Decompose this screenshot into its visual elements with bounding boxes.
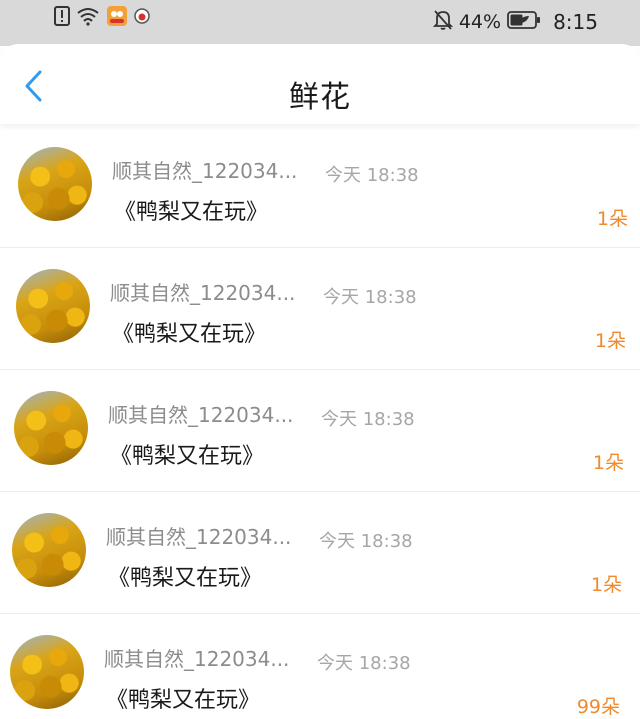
post-title[interactable]: 《鸭梨又在玩》 — [110, 438, 264, 470]
list-item[interactable]: 顺其自然_122034... 今天 18:38 《鸭梨又在玩》 1朵 — [0, 492, 640, 614]
timestamp: 今天 18:38 — [323, 287, 417, 308]
list-item[interactable]: 顺其自然_122034... 今天 18:38 《鸭梨又在玩》 1朵 — [0, 248, 640, 370]
avatar[interactable] — [16, 269, 90, 343]
flower-count: 1朵 — [596, 208, 628, 230]
battery-percent: 44% — [458, 11, 502, 33]
avatar[interactable] — [18, 147, 92, 221]
list-item[interactable]: 顺其自然_122034... 今天 18:38 《鸭梨又在玩》 1朵 — [0, 370, 640, 492]
flower-record-list: 顺其自然_122034... 今天 18:38 《鸭梨又在玩》 1朵 顺其自然_… — [0, 126, 640, 719]
mute-bell-icon — [432, 9, 454, 36]
flower-count: 99朵 — [576, 696, 620, 718]
post-title[interactable]: 《鸭梨又在玩》 — [112, 316, 266, 348]
status-right-icons: 44% 8:15 — [432, 8, 598, 36]
post-title[interactable]: 《鸭梨又在玩》 — [114, 194, 268, 226]
flower-count: 1朵 — [594, 330, 626, 352]
header: 鲜花 — [0, 44, 640, 124]
wifi-icon — [76, 6, 100, 30]
avatar[interactable] — [10, 635, 84, 709]
battery-icon — [507, 10, 541, 35]
status-time: 8:15 — [553, 10, 598, 34]
avatar[interactable] — [14, 391, 88, 465]
timestamp: 今天 18:38 — [317, 653, 411, 674]
flower-count: 1朵 — [590, 574, 622, 596]
timestamp: 今天 18:38 — [321, 409, 415, 430]
post-title[interactable]: 《鸭梨又在玩》 — [106, 682, 260, 714]
status-bar: 44% 8:15 — [0, 0, 640, 46]
sender-name[interactable]: 顺其自然_122034... — [108, 399, 293, 428]
timestamp: 今天 18:38 — [319, 531, 413, 552]
app-notification-icon — [106, 5, 128, 31]
app-notification-icon — [134, 8, 150, 28]
list-item[interactable]: 顺其自然_122034... 今天 18:38 《鸭梨又在玩》 99朵 — [0, 614, 640, 719]
flowers-screen: 44% 8:15 鲜花 顺其自然_122034... 今天 18:38 《鸭梨又… — [0, 0, 640, 719]
status-left-icons — [54, 6, 150, 30]
timestamp: 今天 18:38 — [325, 165, 419, 186]
post-title[interactable]: 《鸭梨又在玩》 — [108, 560, 262, 592]
avatar[interactable] — [12, 513, 86, 587]
page-title: 鲜花 — [289, 80, 351, 115]
sender-name[interactable]: 顺其自然_122034... — [104, 643, 289, 672]
list-item[interactable]: 顺其自然_122034... 今天 18:38 《鸭梨又在玩》 1朵 — [0, 126, 640, 248]
sender-name[interactable]: 顺其自然_122034... — [112, 155, 297, 184]
alert-icon — [54, 6, 70, 30]
flower-count: 1朵 — [592, 452, 624, 474]
sender-name[interactable]: 顺其自然_122034... — [106, 521, 291, 550]
sender-name[interactable]: 顺其自然_122034... — [110, 277, 295, 306]
